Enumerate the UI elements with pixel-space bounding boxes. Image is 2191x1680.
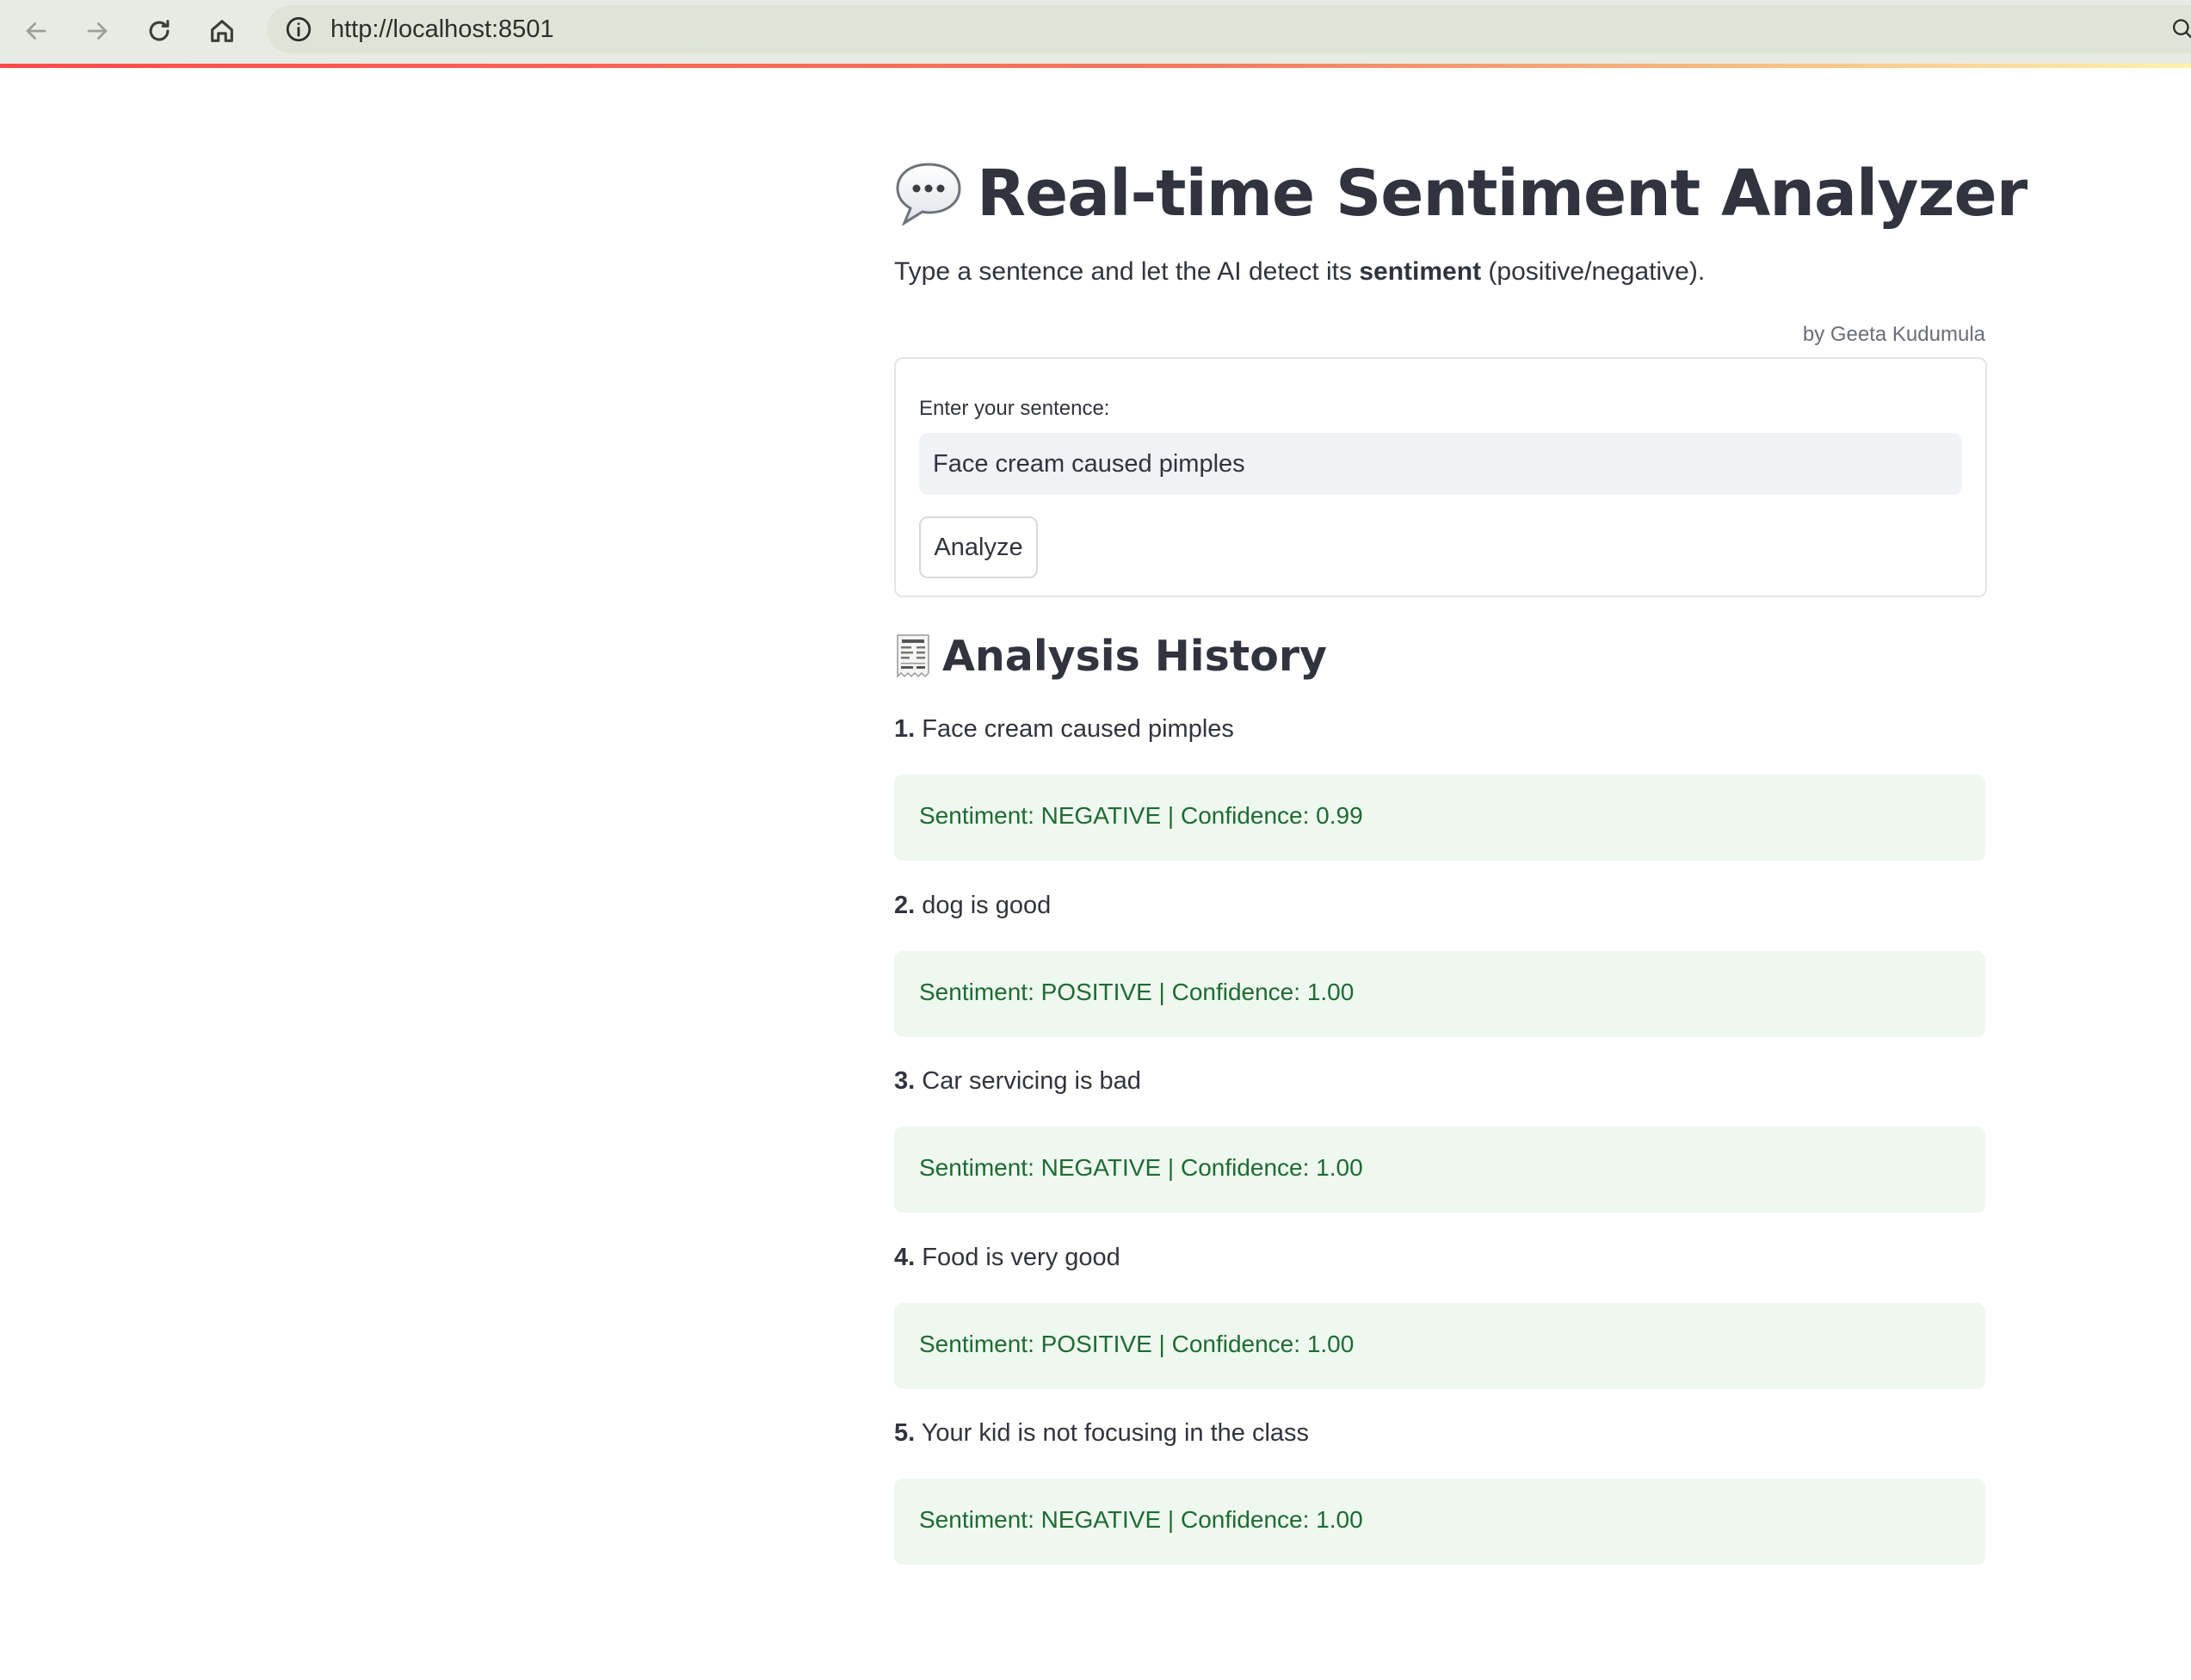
reload-button[interactable]: [137, 9, 182, 53]
address-bar[interactable]: http://localhost:8501: [267, 5, 2191, 53]
sentiment-result-text: Sentiment: POSITIVE | Confidence: 1.00: [919, 979, 1355, 1005]
sentence-input[interactable]: Face cream caused pimples: [919, 433, 1962, 495]
sentiment-result-text: Sentiment: NEGATIVE | Confidence: 0.99: [919, 802, 1363, 829]
home-icon: [211, 20, 233, 42]
sentiment-result: Sentiment: NEGATIVE | Confidence: 1.00: [894, 1127, 1985, 1213]
history-item-number: 4.: [894, 1244, 916, 1271]
sentiment-result: Sentiment: NEGATIVE | Confidence: 0.99: [894, 775, 1985, 861]
page-title: Real-time Sentiment Analyzer: [977, 157, 2027, 231]
speech-bubble-icon: [896, 163, 961, 226]
subtitle-text: Type a sentence and let the AI detect it…: [894, 257, 1360, 286]
reload-icon: [149, 20, 170, 41]
sentiment-result-text: Sentiment: NEGATIVE | Confidence: 1.00: [919, 1154, 1363, 1181]
zoom-icon[interactable]: [2167, 15, 2191, 44]
history-item-sentence: Your kid is not focusing in the class: [921, 1419, 1310, 1447]
home-button[interactable]: [200, 9, 244, 53]
history-item-text: 5. Your kid is not focusing in the class: [894, 1419, 1309, 1448]
app-header-decoration: [0, 64, 2191, 68]
author-byline: by Geeta Kudumula: [1802, 323, 1985, 346]
sentiment-result-text: Sentiment: NEGATIVE | Confidence: 1.00: [919, 1506, 1363, 1533]
history-item-sentence: dog is good: [922, 892, 1052, 919]
history-item-number: 1.: [894, 715, 916, 743]
history-item-sentence: Car servicing is bad: [922, 1067, 1141, 1095]
sentence-form: Enter your sentence: Face cream caused p…: [894, 357, 1987, 597]
history-item-number: 2.: [894, 892, 916, 919]
sentiment-result-text: Sentiment: POSITIVE | Confidence: 1.00: [919, 1331, 1355, 1357]
forward-arrow-icon: [87, 22, 108, 40]
back-button[interactable]: [14, 9, 59, 53]
history-item-text: 1. Face cream caused pimples: [894, 715, 1234, 744]
page-subtitle: Type a sentence and let the AI detect it…: [894, 257, 1705, 287]
page-title-row: Real-time Sentiment Analyzer: [894, 151, 2027, 237]
history-item-text: 3. Car servicing is bad: [894, 1067, 1141, 1096]
history-title: Analysis History: [942, 631, 1327, 681]
url-text: http://localhost:8501: [330, 15, 554, 43]
history-item-number: 5.: [894, 1419, 916, 1447]
browser-toolbar: http://localhost:8501: [0, 0, 2191, 64]
analyze-button[interactable]: Analyze: [919, 516, 1038, 578]
back-arrow-icon: [26, 22, 46, 40]
history-item-sentence: Food is very good: [922, 1244, 1120, 1271]
history-item-sentence: Face cream caused pimples: [922, 715, 1234, 743]
history-heading-row: Analysis History: [894, 626, 1327, 686]
history-item-text: 2. dog is good: [894, 892, 1051, 920]
forward-button[interactable]: [75, 9, 120, 53]
sentiment-result: Sentiment: POSITIVE | Confidence: 1.00: [894, 951, 1985, 1037]
history-item-number: 3.: [894, 1067, 916, 1095]
sentiment-result: Sentiment: POSITIVE | Confidence: 1.00: [894, 1303, 1985, 1389]
site-info-icon[interactable]: [284, 15, 313, 44]
receipt-icon: [897, 634, 929, 678]
sentiment-result: Sentiment: NEGATIVE | Confidence: 1.00: [894, 1479, 1985, 1565]
subtitle-text-end: (positive/negative).: [1481, 257, 1706, 286]
history-item-text: 4. Food is very good: [894, 1244, 1120, 1272]
sentence-input-label: Enter your sentence:: [919, 397, 1110, 420]
subtitle-emphasis: sentiment: [1359, 257, 1482, 286]
